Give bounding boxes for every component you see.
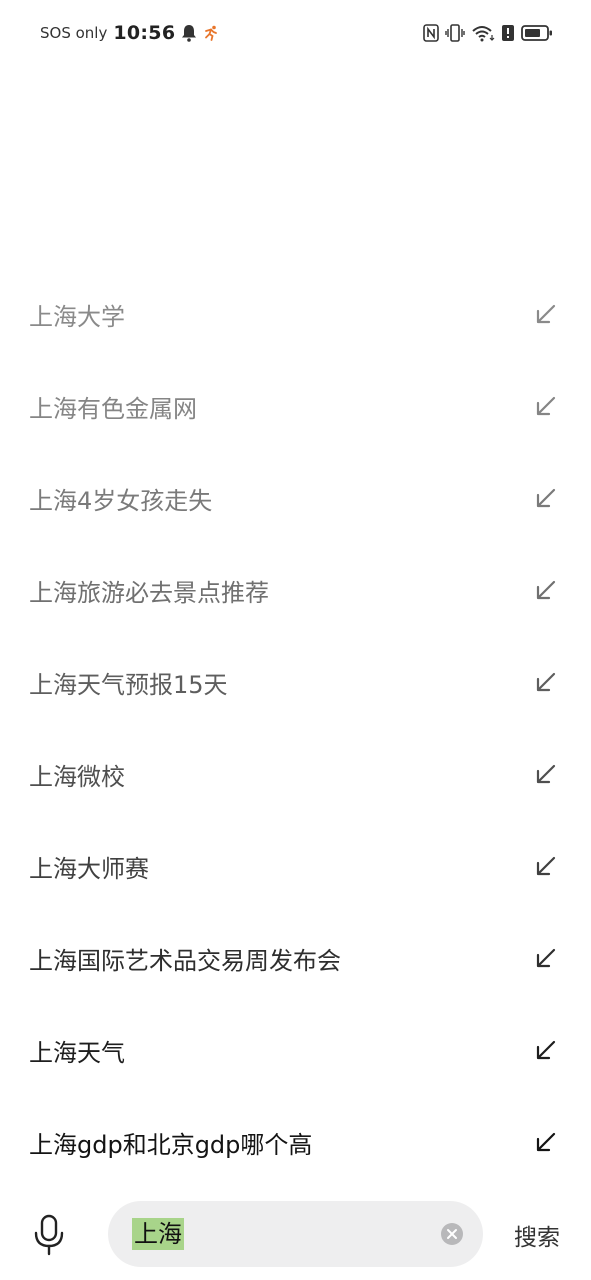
suggestion-item[interactable]: 上海旅游必去景点推荐	[0, 544, 591, 636]
suggestion-item[interactable]: 上海天气	[0, 1004, 591, 1096]
suggestion-text: 上海旅游必去景点推荐	[29, 578, 269, 607]
wifi-icon	[471, 24, 495, 42]
status-bar: SOS only 10:56	[0, 0, 591, 66]
search-button[interactable]: 搜索	[514, 1218, 560, 1252]
arrow-up-left-icon[interactable]	[535, 579, 557, 601]
arrow-up-left-icon[interactable]	[535, 1039, 557, 1061]
suggestion-item[interactable]: 上海天气预报15天	[0, 636, 591, 728]
search-bar: 上海 搜索	[0, 1200, 591, 1268]
suggestion-item[interactable]: 上海gdp和北京gdp哪个高	[0, 1096, 591, 1188]
suggestion-list: 上海大学 上海有色金属网 上海4岁女孩走失 上海旅游必去景点推荐 上海天气预报15天 上海…	[0, 268, 591, 1188]
arrow-up-left-icon[interactable]	[535, 855, 557, 877]
arrow-up-left-icon[interactable]	[535, 763, 557, 785]
suggestion-text: 上海gdp和北京gdp哪个高	[29, 1130, 313, 1159]
carrier-text: SOS only	[40, 24, 108, 42]
clear-icon[interactable]	[441, 1223, 463, 1245]
search-input[interactable]: 上海	[108, 1201, 483, 1267]
suggestion-text: 上海微校	[29, 762, 125, 791]
arrow-up-left-icon[interactable]	[535, 303, 557, 325]
suggestion-item[interactable]: 上海大学	[0, 268, 591, 360]
suggestion-text: 上海有色金属网	[29, 394, 197, 423]
suggestion-item[interactable]: 上海大师赛	[0, 820, 591, 912]
suggestion-text: 上海天气预报15天	[29, 670, 228, 699]
battery-icon	[521, 24, 553, 42]
suggestion-text: 上海国际艺术品交易周发布会	[29, 946, 341, 975]
vibrate-icon	[445, 24, 465, 42]
arrow-up-left-icon[interactable]	[535, 947, 557, 969]
suggestion-text: 上海大学	[29, 302, 125, 331]
arrow-up-left-icon[interactable]	[535, 395, 557, 417]
microphone-icon[interactable]	[32, 1214, 66, 1256]
arrow-up-left-icon[interactable]	[535, 671, 557, 693]
search-suggestion-screen: SOS only 10:56 上海大学 上海有色金属网 上海4岁女孩走失 上海旅…	[0, 0, 591, 1280]
search-input-value: 上海	[132, 1218, 184, 1250]
arrow-up-left-icon[interactable]	[535, 1131, 557, 1153]
suggestion-text: 上海4岁女孩走失	[29, 486, 213, 515]
status-right	[423, 24, 553, 42]
suggestion-item[interactable]: 上海有色金属网	[0, 360, 591, 452]
nfc-icon	[423, 24, 439, 42]
suggestion-item[interactable]: 上海微校	[0, 728, 591, 820]
clock: 10:56	[113, 22, 176, 44]
running-figure-icon	[203, 25, 219, 41]
bell-icon	[181, 24, 197, 42]
suggestion-item[interactable]: 上海国际艺术品交易周发布会	[0, 912, 591, 1004]
suggestion-text: 上海天气	[29, 1038, 125, 1067]
suggestion-text: 上海大师赛	[29, 854, 149, 883]
suggestion-item[interactable]: 上海4岁女孩走失	[0, 452, 591, 544]
arrow-up-left-icon[interactable]	[535, 487, 557, 509]
alert-icon	[501, 24, 515, 42]
status-left: SOS only 10:56	[40, 22, 219, 44]
